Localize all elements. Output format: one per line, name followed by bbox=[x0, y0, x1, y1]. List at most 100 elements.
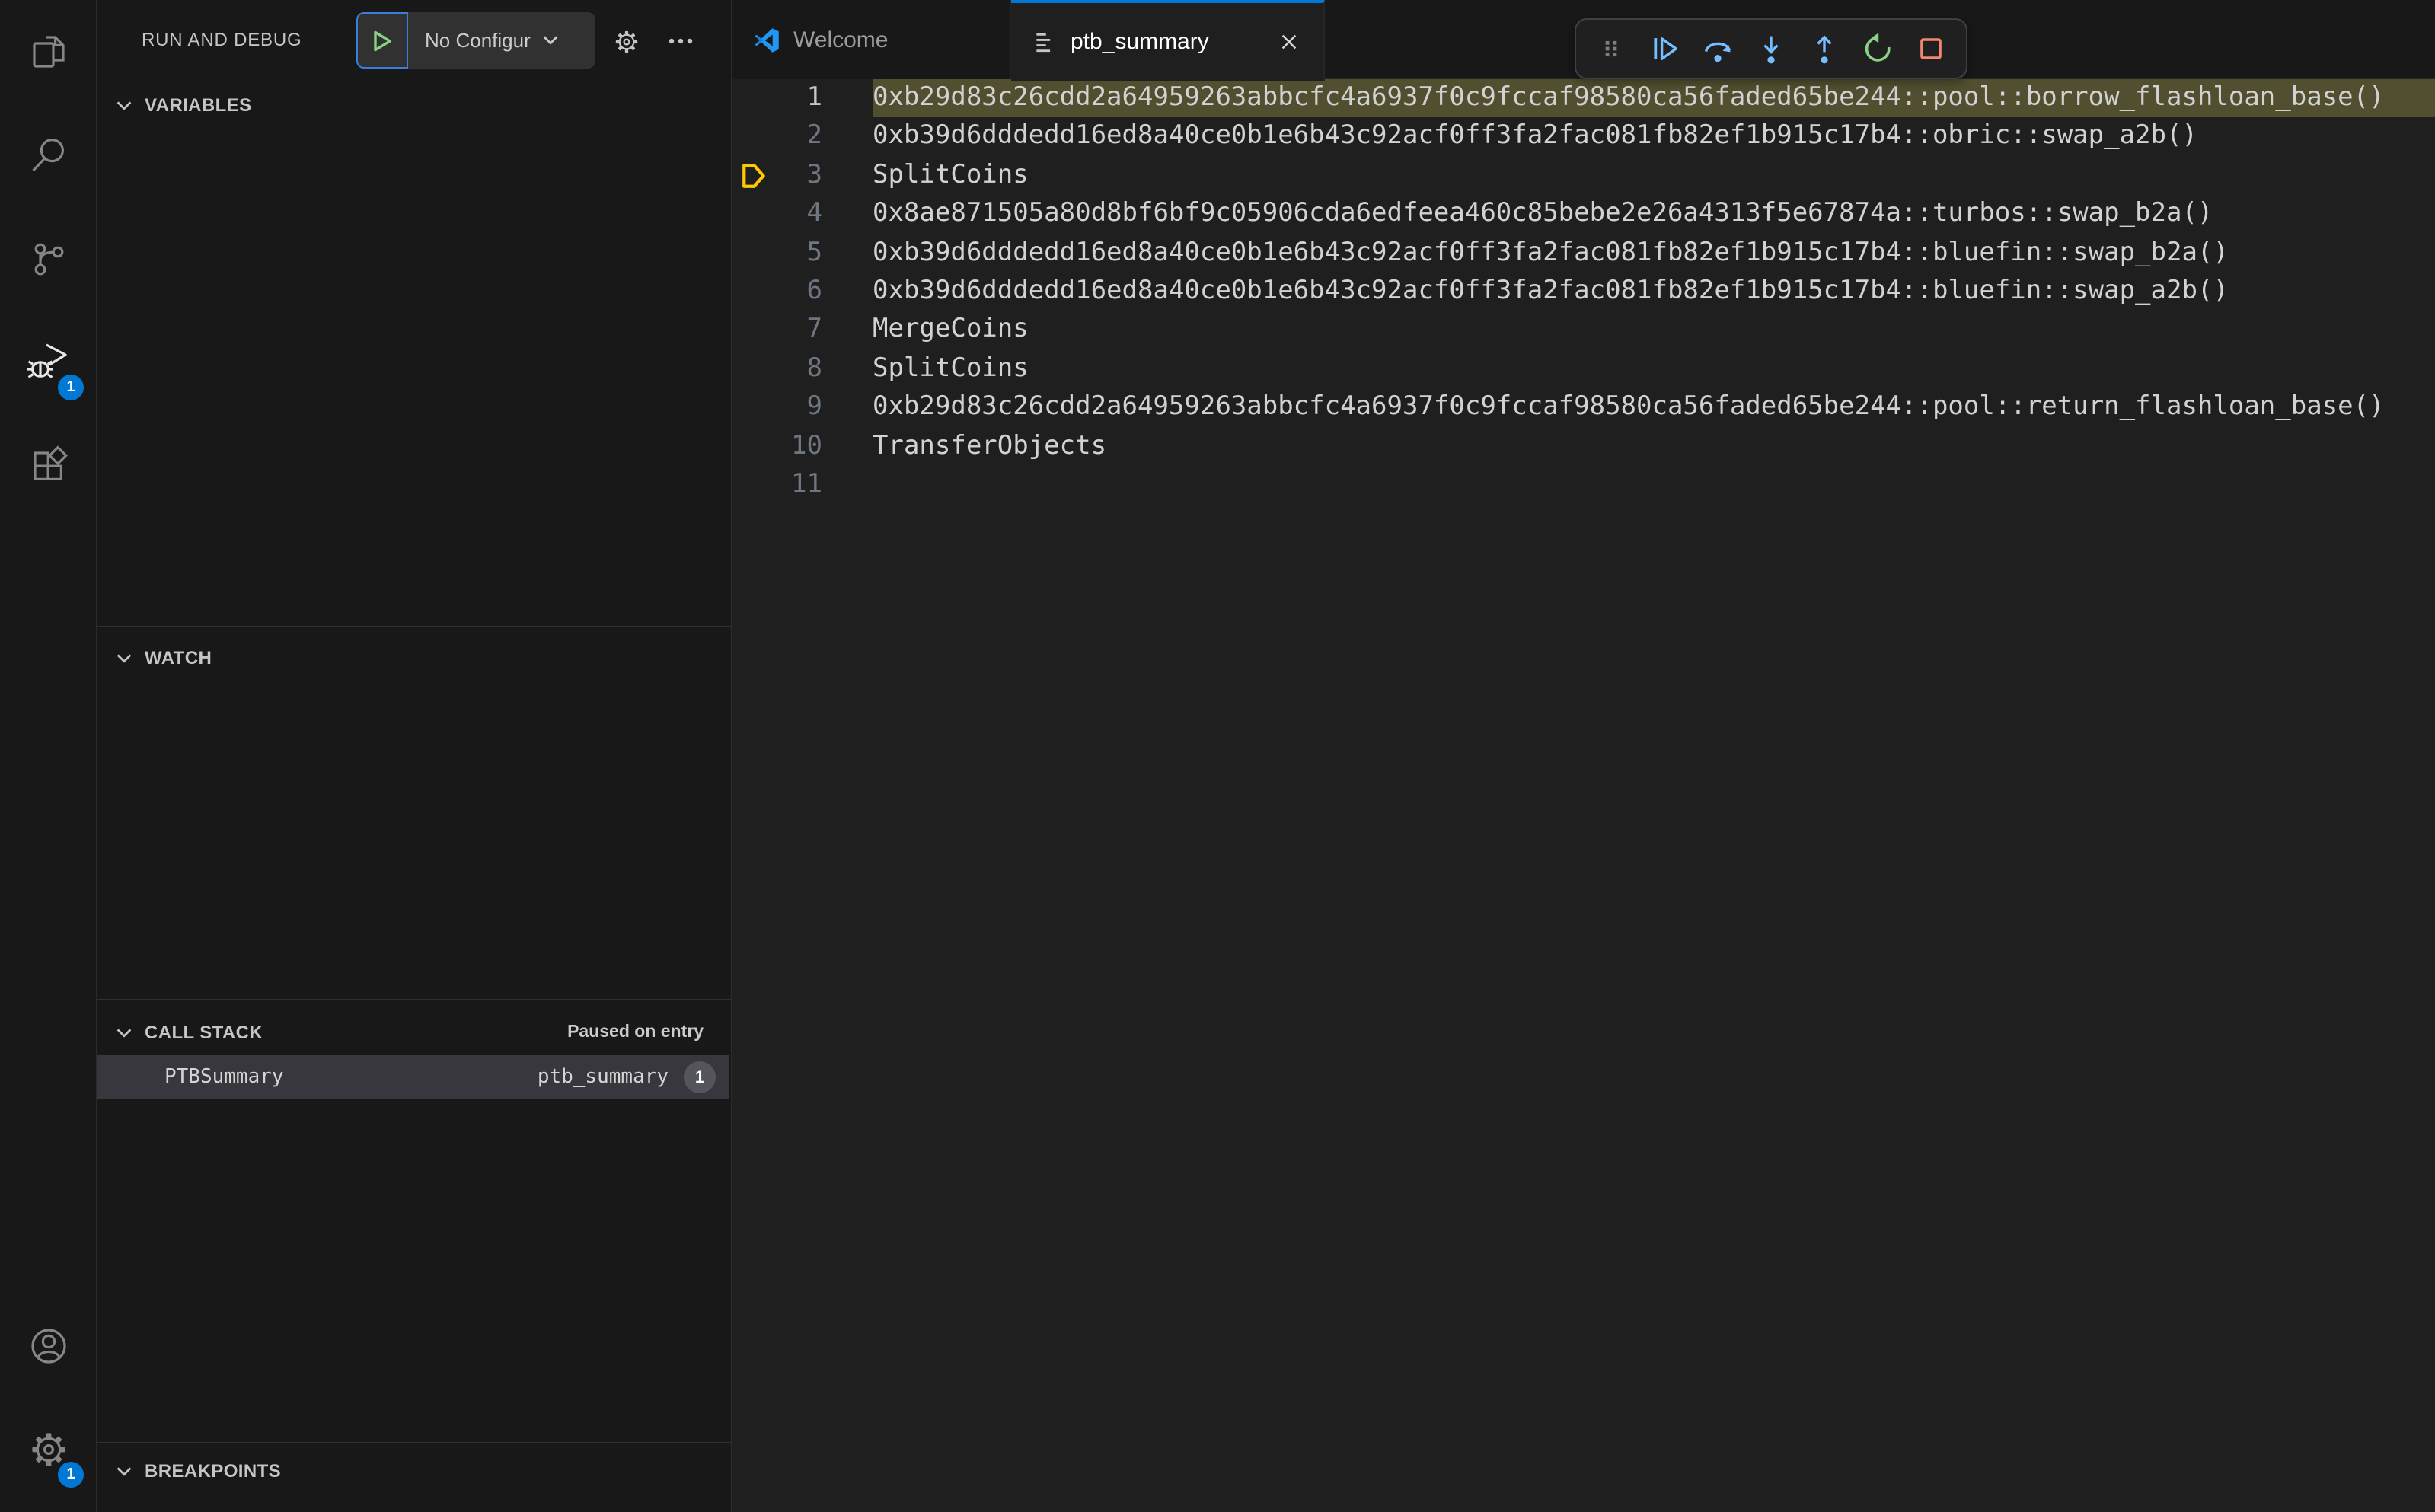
activity-item-source-control[interactable] bbox=[0, 207, 97, 311]
code-text[interactable]: 0xb29d83c26cdd2a64959263abbcfc4a6937f0c9… bbox=[873, 79, 2385, 118]
activity-item-settings[interactable]: 1 bbox=[0, 1398, 97, 1501]
code-line[interactable]: 9 0xb29d83c26cdd2a64959263abbcfc4a6937f0… bbox=[732, 388, 2435, 427]
step-out-icon bbox=[1817, 35, 1832, 64]
call-stack-frame-row[interactable]: PTBSummary ptb_summary 1 bbox=[97, 1055, 729, 1099]
step-over-button[interactable] bbox=[1693, 24, 1743, 74]
settings-badge: 1 bbox=[58, 1462, 84, 1488]
tab-label: Welcome bbox=[793, 27, 889, 53]
extensions-icon bbox=[27, 445, 70, 487]
tab-ptb-summary[interactable]: ptb_summary bbox=[1011, 0, 1325, 81]
activity-item-extensions[interactable] bbox=[0, 414, 97, 518]
vscode-window: 1 1 RUN AND DEBUG No Configur VARIABLES … bbox=[0, 0, 2435, 1512]
code-line[interactable]: 7 MergeCoins bbox=[732, 311, 2435, 350]
close-icon bbox=[1281, 34, 1296, 49]
code-line[interactable]: 11 bbox=[732, 466, 2435, 505]
code-line[interactable]: 1 0xb29d83c26cdd2a64959263abbcfc4a6937f0… bbox=[732, 79, 2435, 188]
code-text[interactable]: TransferObjects bbox=[873, 427, 1106, 466]
tab-welcome[interactable]: Welcome bbox=[732, 0, 1011, 79]
activity-item-account[interactable] bbox=[0, 1294, 97, 1398]
section-label: VARIABLES bbox=[145, 94, 252, 116]
code-line[interactable]: 2 0xb39d6dddedd16ed8a40ce0b1e6b43c92acf0… bbox=[732, 118, 2435, 157]
step-into-button[interactable] bbox=[1746, 24, 1796, 74]
code-line[interactable]: 3 SplitCoins bbox=[732, 157, 2435, 196]
code-line[interactable]: 6 0xb39d6dddedd16ed8a40ce0b1e6b43c92acf0… bbox=[732, 273, 2435, 311]
line-number[interactable]: 1 bbox=[732, 79, 823, 118]
ellipsis-icon bbox=[669, 38, 693, 44]
code-line[interactable]: 4 0x8ae871505a80d8bf6bf9c05906cda6edfeea… bbox=[732, 195, 2435, 234]
activity-bar: 1 1 bbox=[0, 0, 97, 1512]
section-label: WATCH bbox=[145, 647, 212, 668]
editor-region: Welcome ptb_summary 1 0xb29d83c26cdd2a64… bbox=[732, 0, 2435, 1512]
activity-item-search[interactable] bbox=[0, 104, 97, 207]
close-tab-button[interactable] bbox=[1275, 28, 1302, 56]
code-text[interactable]: 0x8ae871505a80d8bf6bf9c05906cda6edfeea46… bbox=[873, 195, 2213, 234]
more-actions-button[interactable] bbox=[661, 21, 701, 61]
step-into-icon bbox=[1763, 36, 1779, 64]
frame-badge: 1 bbox=[684, 1061, 716, 1093]
line-number[interactable]: 10 bbox=[732, 427, 822, 466]
code-text[interactable]: 0xb39d6dddedd16ed8a40ce0b1e6b43c92acf0ff… bbox=[873, 273, 2229, 311]
section-label: CALL STACK bbox=[145, 1022, 263, 1043]
code-text[interactable]: 0xb39d6dddedd16ed8a40ce0b1e6b43c92acf0ff… bbox=[873, 234, 2229, 273]
section-header-breakpoints[interactable]: BREAKPOINTS bbox=[97, 1451, 731, 1491]
code-text[interactable]: 0xb39d6dddedd16ed8a40ce0b1e6b43c92acf0ff… bbox=[873, 118, 2197, 157]
chevron-down-icon bbox=[544, 36, 559, 45]
section-label: BREAKPOINTS bbox=[145, 1460, 282, 1482]
debug-toolbar bbox=[1575, 18, 1967, 79]
section-header-watch[interactable]: WATCH bbox=[97, 638, 731, 678]
chevron-down-icon bbox=[116, 653, 132, 662]
restart-button[interactable] bbox=[1853, 24, 1904, 74]
grip-icon bbox=[1604, 40, 1616, 57]
section-header-variables[interactable]: VARIABLES bbox=[97, 85, 731, 125]
run-and-debug-sidebar: RUN AND DEBUG No Configur VARIABLES WATC… bbox=[97, 0, 732, 1512]
line-number[interactable]: 11 bbox=[732, 466, 822, 505]
line-number[interactable]: 4 bbox=[732, 195, 823, 234]
code-line[interactable]: 5 0xb39d6dddedd16ed8a40ce0b1e6b43c92acf0… bbox=[732, 234, 2435, 273]
line-number[interactable]: 5 bbox=[732, 234, 823, 273]
code-text[interactable]: SplitCoins bbox=[873, 157, 1029, 196]
sidebar-title: RUN AND DEBUG bbox=[142, 29, 302, 50]
toolbar-drag-handle[interactable] bbox=[1585, 24, 1636, 74]
restart-icon bbox=[1865, 33, 1891, 62]
line-number[interactable]: 7 bbox=[732, 311, 823, 350]
tab-label: ptb_summary bbox=[1071, 29, 1209, 55]
code-editor[interactable]: 1 0xb29d83c26cdd2a64959263abbcfc4a6937f0… bbox=[732, 79, 2435, 1512]
line-number[interactable]: 6 bbox=[732, 273, 823, 311]
section-header-call-stack[interactable]: CALL STACK Paused on entry bbox=[97, 1013, 731, 1052]
line-number[interactable]: 8 bbox=[732, 349, 823, 388]
account-icon bbox=[26, 1323, 72, 1369]
files-icon bbox=[27, 30, 70, 73]
section-divider[interactable] bbox=[97, 626, 731, 627]
code-text[interactable]: SplitCoins bbox=[873, 349, 1029, 388]
chevron-down-icon bbox=[116, 100, 132, 110]
call-stack-status: Paused on entry bbox=[567, 1023, 704, 1041]
section-divider[interactable] bbox=[97, 999, 731, 1000]
stop-icon bbox=[1921, 38, 1942, 59]
chevron-down-icon bbox=[116, 1466, 132, 1475]
code-text[interactable]: 0xb29d83c26cdd2a64959263abbcfc4a6937f0c9… bbox=[873, 388, 2385, 427]
code-text[interactable]: MergeCoins bbox=[873, 311, 1029, 350]
stop-button[interactable] bbox=[1907, 24, 1957, 74]
frame-name: PTBSummary bbox=[164, 1066, 284, 1089]
debug-settings-gear-button[interactable] bbox=[606, 21, 646, 61]
code-line[interactable]: 10 TransferObjects bbox=[732, 427, 2435, 466]
start-debugging-button[interactable] bbox=[356, 12, 408, 69]
section-divider[interactable] bbox=[97, 1442, 731, 1443]
code-line[interactable]: 8 SplitCoins bbox=[732, 349, 2435, 388]
frame-location: ptb_summary bbox=[537, 1066, 669, 1089]
step-out-button[interactable] bbox=[1799, 24, 1849, 74]
list-icon bbox=[1036, 32, 1051, 52]
chevron-down-icon bbox=[116, 1028, 132, 1037]
play-icon bbox=[374, 30, 391, 51]
launch-config-dropdown[interactable]: No Configur bbox=[356, 12, 595, 69]
continue-icon bbox=[1653, 37, 1677, 60]
activity-bar-bottom: 1 bbox=[0, 1294, 97, 1501]
line-number[interactable]: 3 bbox=[732, 157, 823, 196]
line-number[interactable]: 9 bbox=[732, 388, 823, 427]
continue-button[interactable] bbox=[1639, 24, 1689, 74]
activity-item-run-and-debug[interactable]: 1 bbox=[0, 311, 97, 414]
sidebar-header: RUN AND DEBUG No Configur bbox=[97, 0, 731, 81]
tab-bar: Welcome ptb_summary bbox=[732, 0, 2435, 81]
activity-item-explorer[interactable] bbox=[0, 0, 97, 104]
line-number[interactable]: 2 bbox=[732, 118, 823, 157]
